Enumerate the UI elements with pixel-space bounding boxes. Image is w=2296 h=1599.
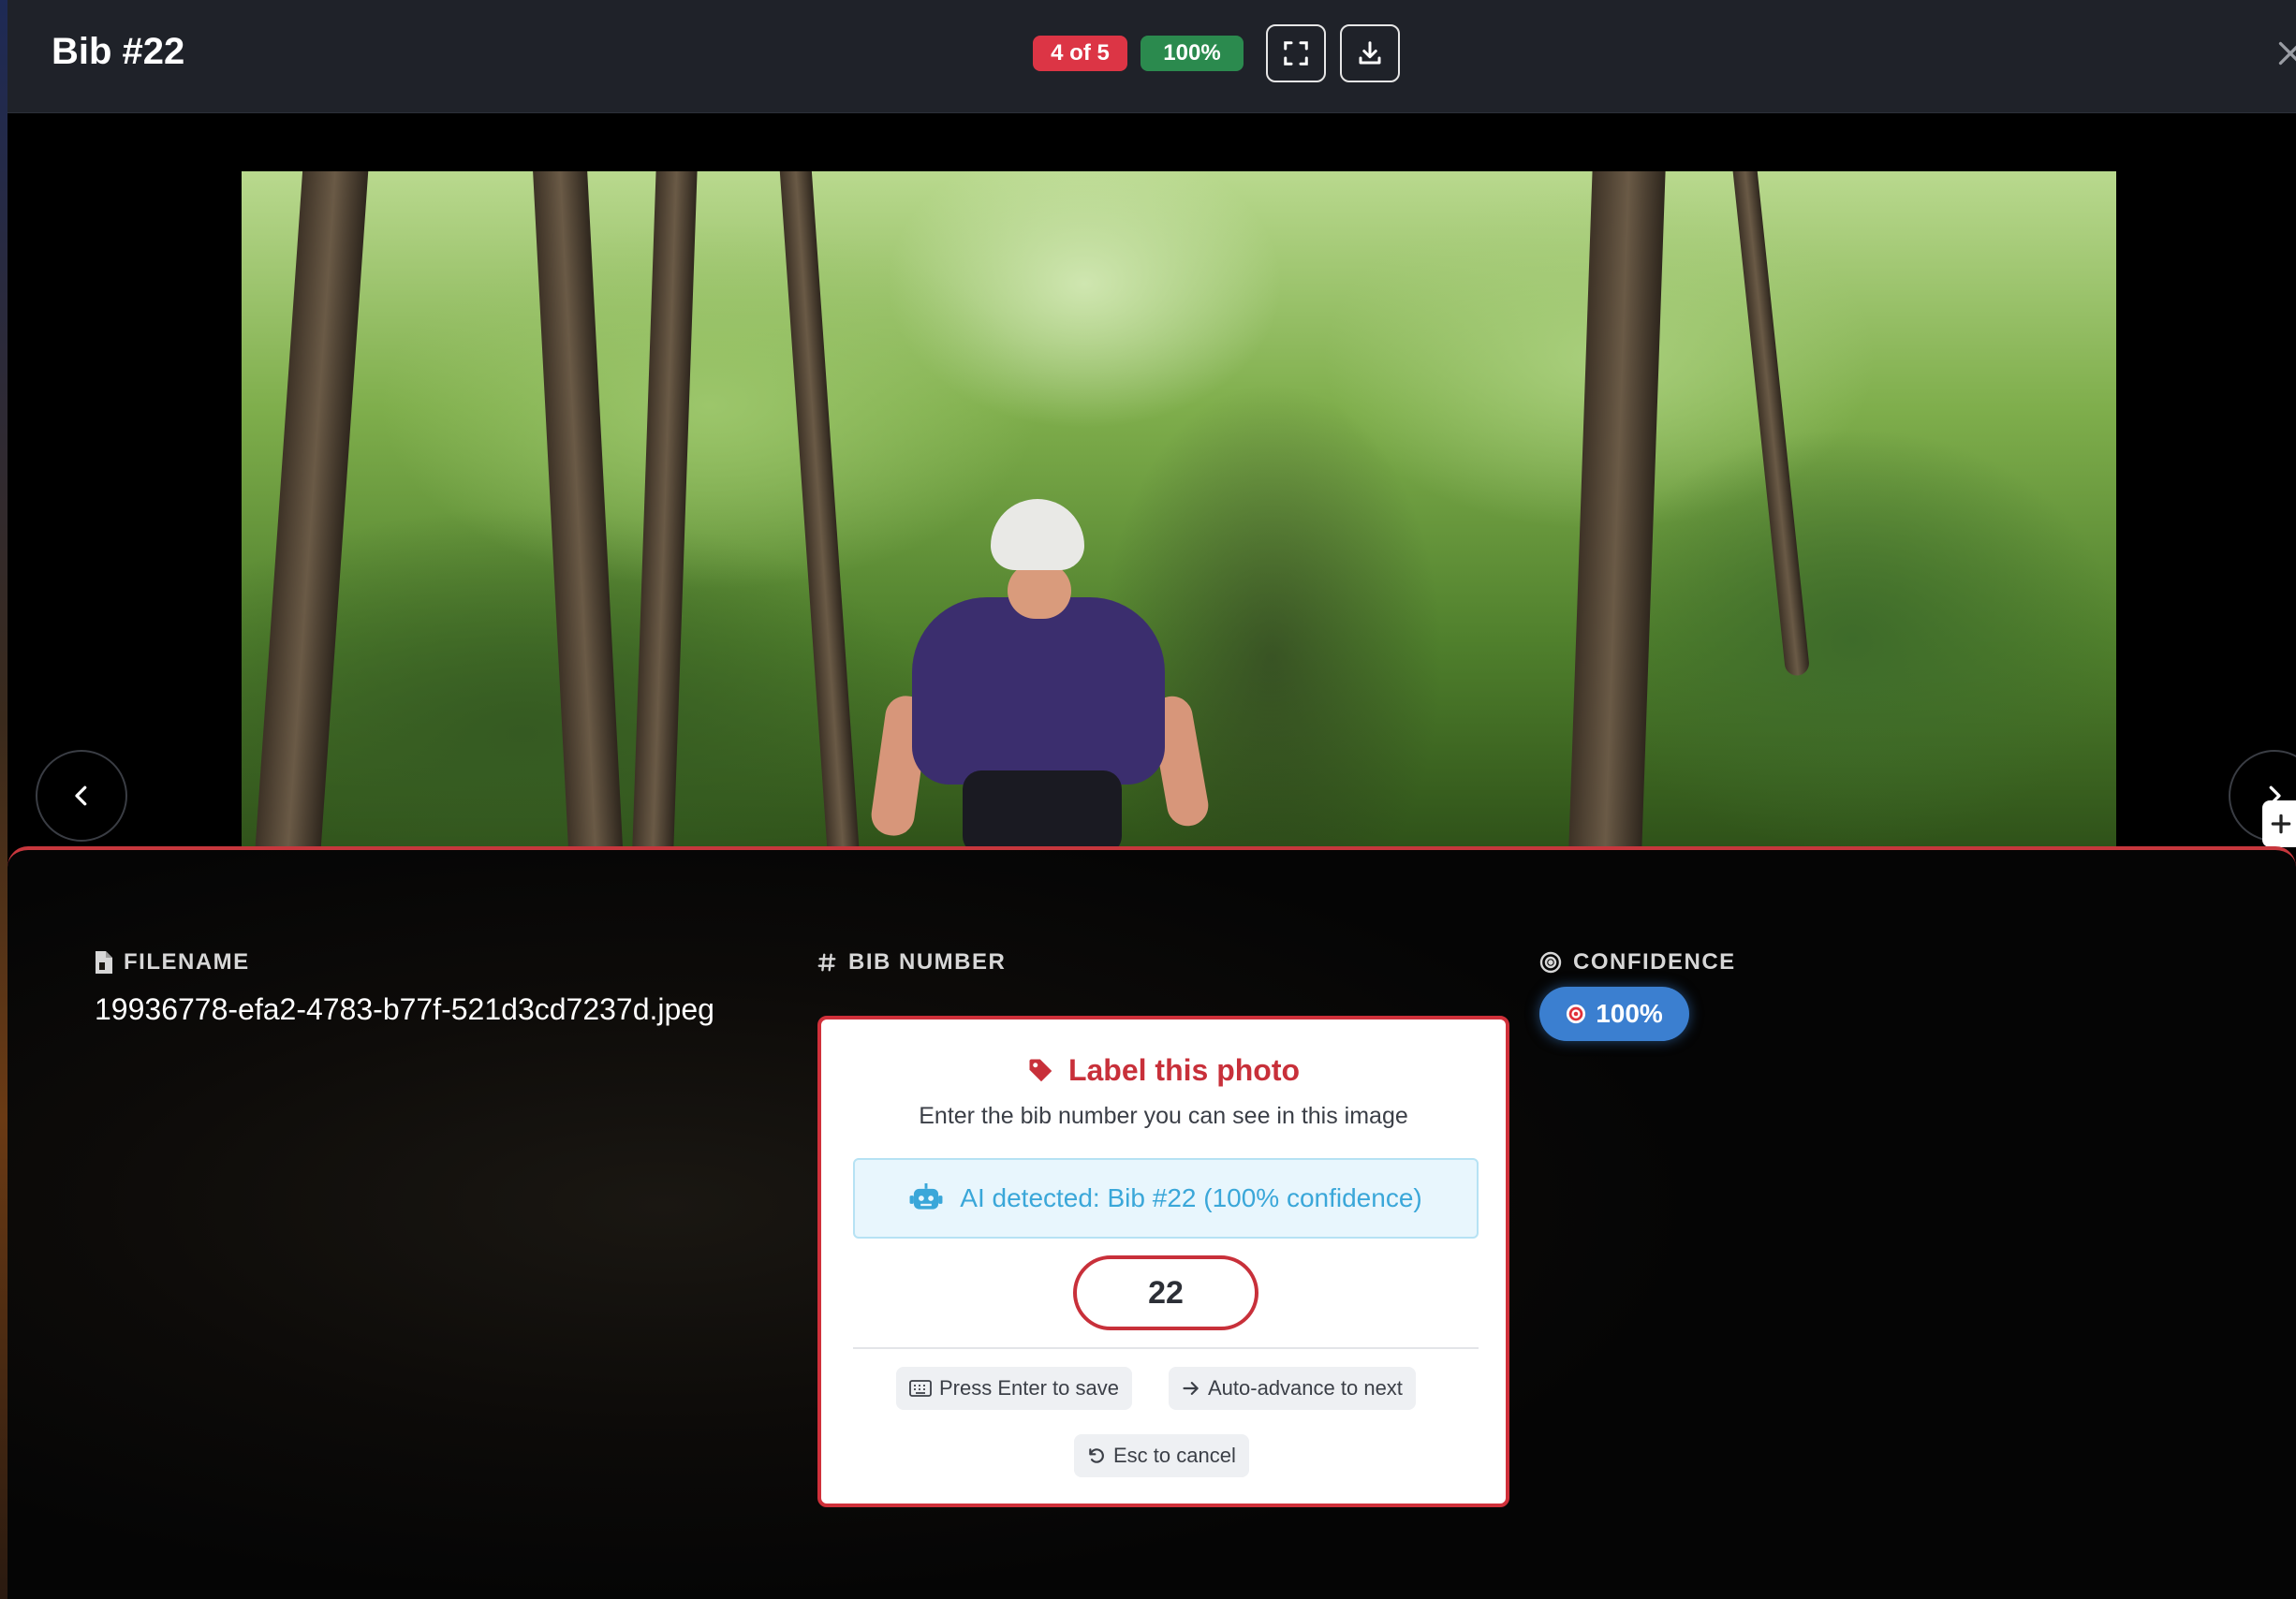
bib-number-label: BIB NUMBER	[817, 949, 1006, 976]
press-enter-hint: Press Enter to save	[896, 1367, 1132, 1410]
card-title-text: Label this photo	[1067, 1053, 1301, 1087]
target-icon	[1539, 951, 1562, 974]
page-title: Bib #22	[52, 31, 185, 72]
rider-jersey	[912, 597, 1165, 785]
chevron-left-icon	[75, 785, 87, 806]
photo-viewer-modal: Bib #22 4 of 5 100% FILENAME 19936778-ef…	[0, 0, 2296, 1599]
divider	[853, 1347, 1479, 1349]
hash-icon	[817, 953, 836, 972]
download-button[interactable]	[1340, 24, 1400, 82]
confidence-label: CONFIDENCE	[1539, 949, 1736, 976]
bib-number-input[interactable]	[1073, 1255, 1258, 1330]
ai-detection-text: AI detected: Bib #22 (100% confidence)	[960, 1183, 1422, 1212]
confidence-label-text: CONFIDENCE	[1573, 949, 1736, 975]
arrow-right-icon	[1183, 1382, 1199, 1395]
filename-label-text: FILENAME	[124, 949, 250, 975]
close-icon	[2278, 41, 2296, 66]
ai-detection-alert: AI detected: Bib #22 (100% confidence)	[853, 1158, 1479, 1239]
target-icon	[1567, 1004, 1586, 1024]
press-enter-hint-text: Press Enter to save	[939, 1376, 1119, 1400]
label-photo-card: Label this photo Enter the bib number yo…	[817, 1016, 1509, 1507]
rider-face	[1008, 563, 1071, 619]
rider-shorts	[963, 770, 1122, 847]
filename-label: FILENAME	[94, 949, 250, 976]
tag-icon	[1029, 1059, 1052, 1081]
race-photo	[242, 171, 2116, 847]
previous-photo-button[interactable]	[36, 750, 127, 842]
tree-trunk	[1567, 171, 1667, 847]
tree-trunk	[254, 171, 370, 847]
fullscreen-icon	[1284, 41, 1308, 66]
modal-header: Bib #22 4 of 5 100%	[7, 0, 2296, 113]
confidence-pill-value: 100%	[1596, 999, 1663, 1028]
card-title: Label this photo	[821, 1053, 1506, 1088]
desktop-background	[0, 0, 7, 1599]
confidence-pill: 100%	[1539, 987, 1689, 1041]
tree-trunk	[631, 171, 699, 847]
undo-icon	[1089, 1448, 1104, 1463]
card-subtitle: Enter the bib number you can see in this…	[919, 1103, 1408, 1129]
filename-value: 19936778-efa2-4783-b77f-521d3cd7237d.jpe…	[95, 992, 714, 1026]
rider-helmet	[991, 499, 1084, 570]
auto-advance-hint-text: Auto-advance to next	[1208, 1376, 1403, 1400]
esc-cancel-hint-text: Esc to cancel	[1113, 1444, 1236, 1467]
close-button[interactable]	[2274, 28, 2296, 79]
photo-counter-badge: 4 of 5	[1033, 36, 1127, 71]
confidence-badge: 100%	[1141, 36, 1244, 71]
keyboard-icon	[909, 1380, 932, 1397]
add-button[interactable]	[2262, 800, 2296, 847]
esc-cancel-hint: Esc to cancel	[1074, 1434, 1249, 1477]
bib-number-label-text: BIB NUMBER	[848, 949, 1007, 975]
tree-trunk	[532, 171, 624, 847]
tree-trunk	[1730, 171, 1811, 677]
tree-trunk	[778, 171, 861, 847]
fullscreen-button[interactable]	[1266, 24, 1326, 82]
auto-advance-hint: Auto-advance to next	[1169, 1367, 1416, 1410]
robot-icon	[909, 1183, 943, 1210]
plus-icon	[2271, 814, 2291, 834]
file-icon	[96, 951, 112, 974]
download-icon	[1359, 41, 1381, 65]
